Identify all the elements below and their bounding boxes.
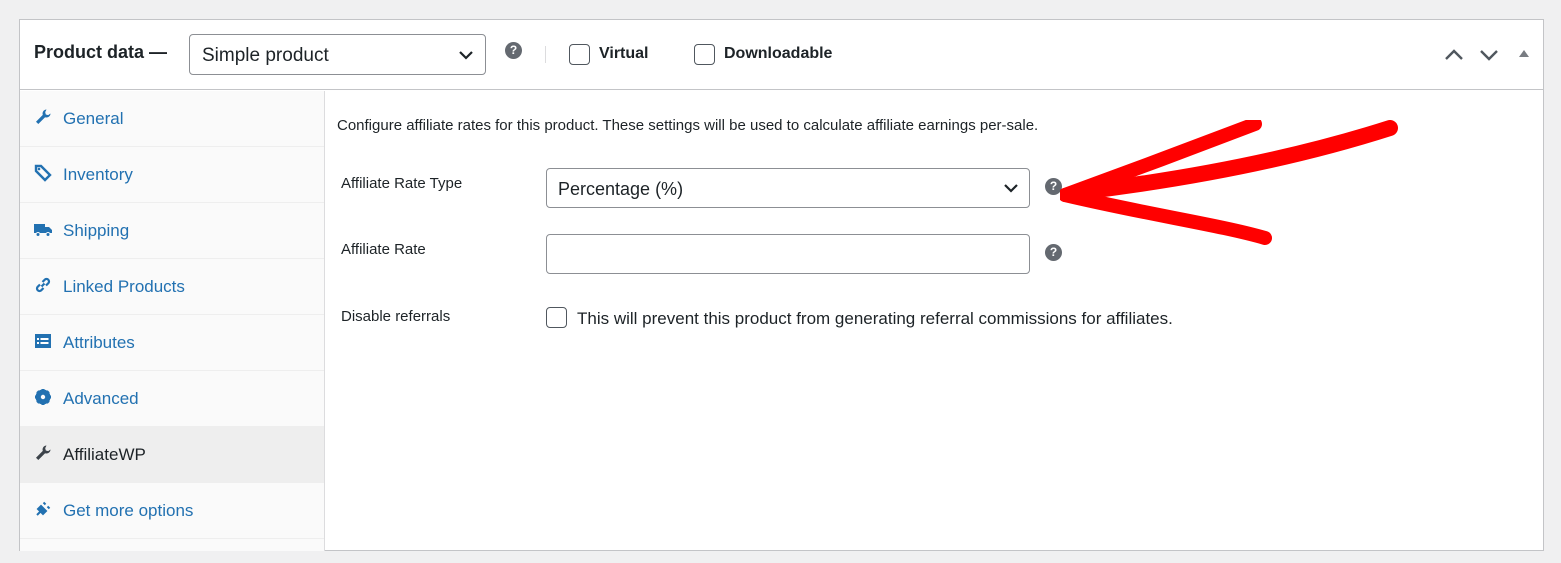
tab-label: Advanced (63, 389, 139, 408)
virtual-label: Virtual (599, 45, 649, 62)
gear-icon (35, 389, 51, 405)
product-type-select[interactable]: Simple product (189, 34, 486, 75)
product-data-panel: Product data — Simple product ? Virtual … (19, 19, 1544, 551)
tab-label: Shipping (63, 221, 130, 240)
plugin-icon (36, 501, 51, 516)
truck-icon (34, 224, 52, 237)
tab-label: Get more options (63, 501, 194, 520)
downloadable-label: Downloadable (724, 45, 833, 62)
wrench-icon (36, 109, 51, 124)
tab-shipping[interactable]: Shipping (20, 203, 324, 259)
move-up-icon[interactable] (1444, 48, 1464, 62)
rate-label: Affiliate Rate (341, 241, 426, 258)
product-data-tabs: General Inventory Shipping Linked Produc… (20, 91, 325, 551)
panel-header: Product data — Simple product ? Virtual … (20, 20, 1543, 90)
wrench-icon (36, 445, 51, 460)
product-type-value: Simple product (202, 45, 329, 66)
chevron-down-icon (1004, 184, 1018, 193)
divider (545, 46, 546, 63)
tab-affiliatewp[interactable]: AffiliateWP (20, 427, 324, 483)
disable-referrals-checkbox[interactable] (546, 307, 567, 328)
tab-get-more-options[interactable]: Get more options (20, 483, 324, 539)
rate-type-select[interactable]: Percentage (%) (546, 168, 1030, 208)
chevron-down-icon (459, 51, 473, 60)
tab-label: Linked Products (63, 277, 185, 296)
tab-label: Attributes (63, 333, 135, 352)
annotation-arrow-icon (1060, 120, 1398, 245)
tab-label: Inventory (63, 165, 133, 184)
virtual-checkbox[interactable] (569, 44, 590, 65)
help-icon[interactable]: ? (505, 42, 522, 59)
tab-general[interactable]: General (20, 91, 324, 147)
tag-icon (34, 164, 52, 182)
rate-type-value: Percentage (%) (558, 179, 684, 199)
tab-linked-products[interactable]: Linked Products (20, 259, 324, 315)
panel-title: Product data — (34, 42, 168, 62)
downloadable-checkbox[interactable] (694, 44, 715, 65)
tab-label: AffiliateWP (63, 445, 146, 464)
rate-type-label: Affiliate Rate Type (341, 175, 463, 192)
tab-advanced[interactable]: Advanced (20, 371, 324, 427)
disable-referrals-description: This will prevent this product from gene… (577, 309, 1173, 328)
move-down-icon[interactable] (1479, 48, 1499, 62)
link-icon (35, 277, 51, 293)
disable-referrals-label: Disable referrals (341, 308, 451, 325)
tab-inventory[interactable]: Inventory (20, 147, 324, 203)
collapse-toggle-icon[interactable] (1518, 48, 1530, 58)
list-icon (35, 334, 51, 348)
rate-input[interactable] (546, 234, 1030, 274)
tab-attributes[interactable]: Attributes (20, 315, 324, 371)
tab-label: General (63, 109, 124, 128)
panel-description: Configure affiliate rates for this produ… (337, 117, 1039, 134)
